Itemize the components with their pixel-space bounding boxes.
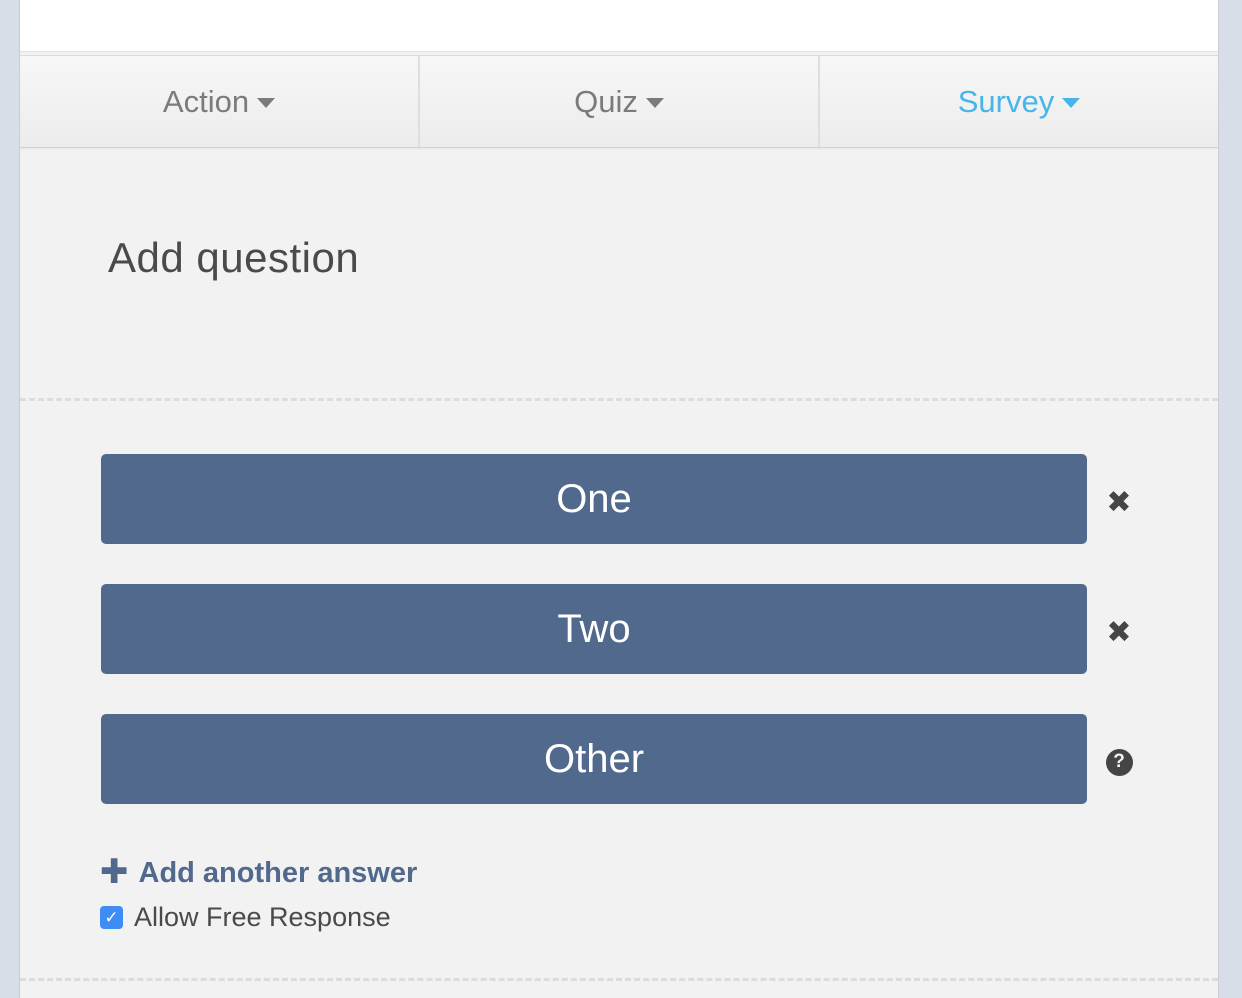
remove-answer-two-icon[interactable]: ✖ bbox=[1104, 616, 1134, 649]
plus-icon: ✚ bbox=[100, 853, 129, 891]
caret-down-icon bbox=[645, 97, 664, 108]
tab-quiz[interactable]: Quiz bbox=[420, 56, 820, 147]
help-icon-wrapper[interactable]: ? bbox=[1104, 747, 1134, 777]
allow-free-response-checkbox[interactable]: ✓ bbox=[100, 906, 123, 929]
remove-answer-one-icon[interactable]: ✖ bbox=[1104, 486, 1134, 519]
add-another-answer-link[interactable]: ✚ Add another answer bbox=[100, 853, 418, 891]
question-title-input[interactable]: Add question bbox=[108, 234, 359, 282]
allow-free-response-label[interactable]: Allow Free Response bbox=[134, 902, 391, 933]
caret-down-icon bbox=[1062, 97, 1081, 108]
divider bbox=[20, 398, 1218, 401]
divider bbox=[20, 978, 1218, 981]
add-another-answer-label: Add another answer bbox=[138, 856, 418, 889]
answer-one[interactable]: One bbox=[101, 454, 1087, 544]
top-bar bbox=[20, 0, 1218, 52]
tab-action[interactable]: Action bbox=[20, 56, 420, 147]
caret-down-icon bbox=[257, 97, 276, 108]
tab-survey-label: Survey bbox=[957, 83, 1055, 119]
allow-free-response: ✓ Allow Free Response bbox=[100, 902, 391, 933]
answer-two[interactable]: Two bbox=[101, 584, 1087, 674]
tab-action-label: Action bbox=[162, 83, 250, 119]
tab-quiz-label: Quiz bbox=[574, 83, 638, 119]
answer-other[interactable]: Other bbox=[101, 714, 1087, 804]
help-icon[interactable]: ? bbox=[1105, 748, 1133, 776]
tab-survey[interactable]: Survey bbox=[820, 56, 1218, 147]
editor-panel: Action Quiz Survey Add question One ✖ Tw… bbox=[19, 0, 1219, 998]
type-tabs: Action Quiz Survey bbox=[20, 55, 1218, 148]
